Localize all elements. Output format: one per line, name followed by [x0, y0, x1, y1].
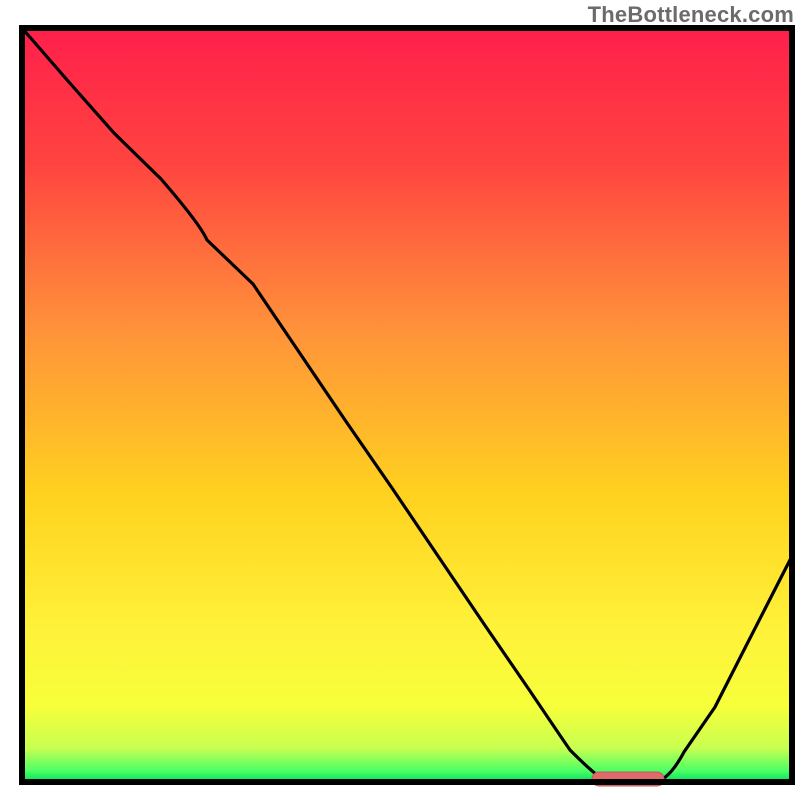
chart-frame: TheBottleneck.com	[0, 0, 800, 800]
plot-background	[22, 28, 792, 782]
chart-svg	[0, 0, 800, 800]
watermark-text: TheBottleneck.com	[588, 2, 794, 28]
